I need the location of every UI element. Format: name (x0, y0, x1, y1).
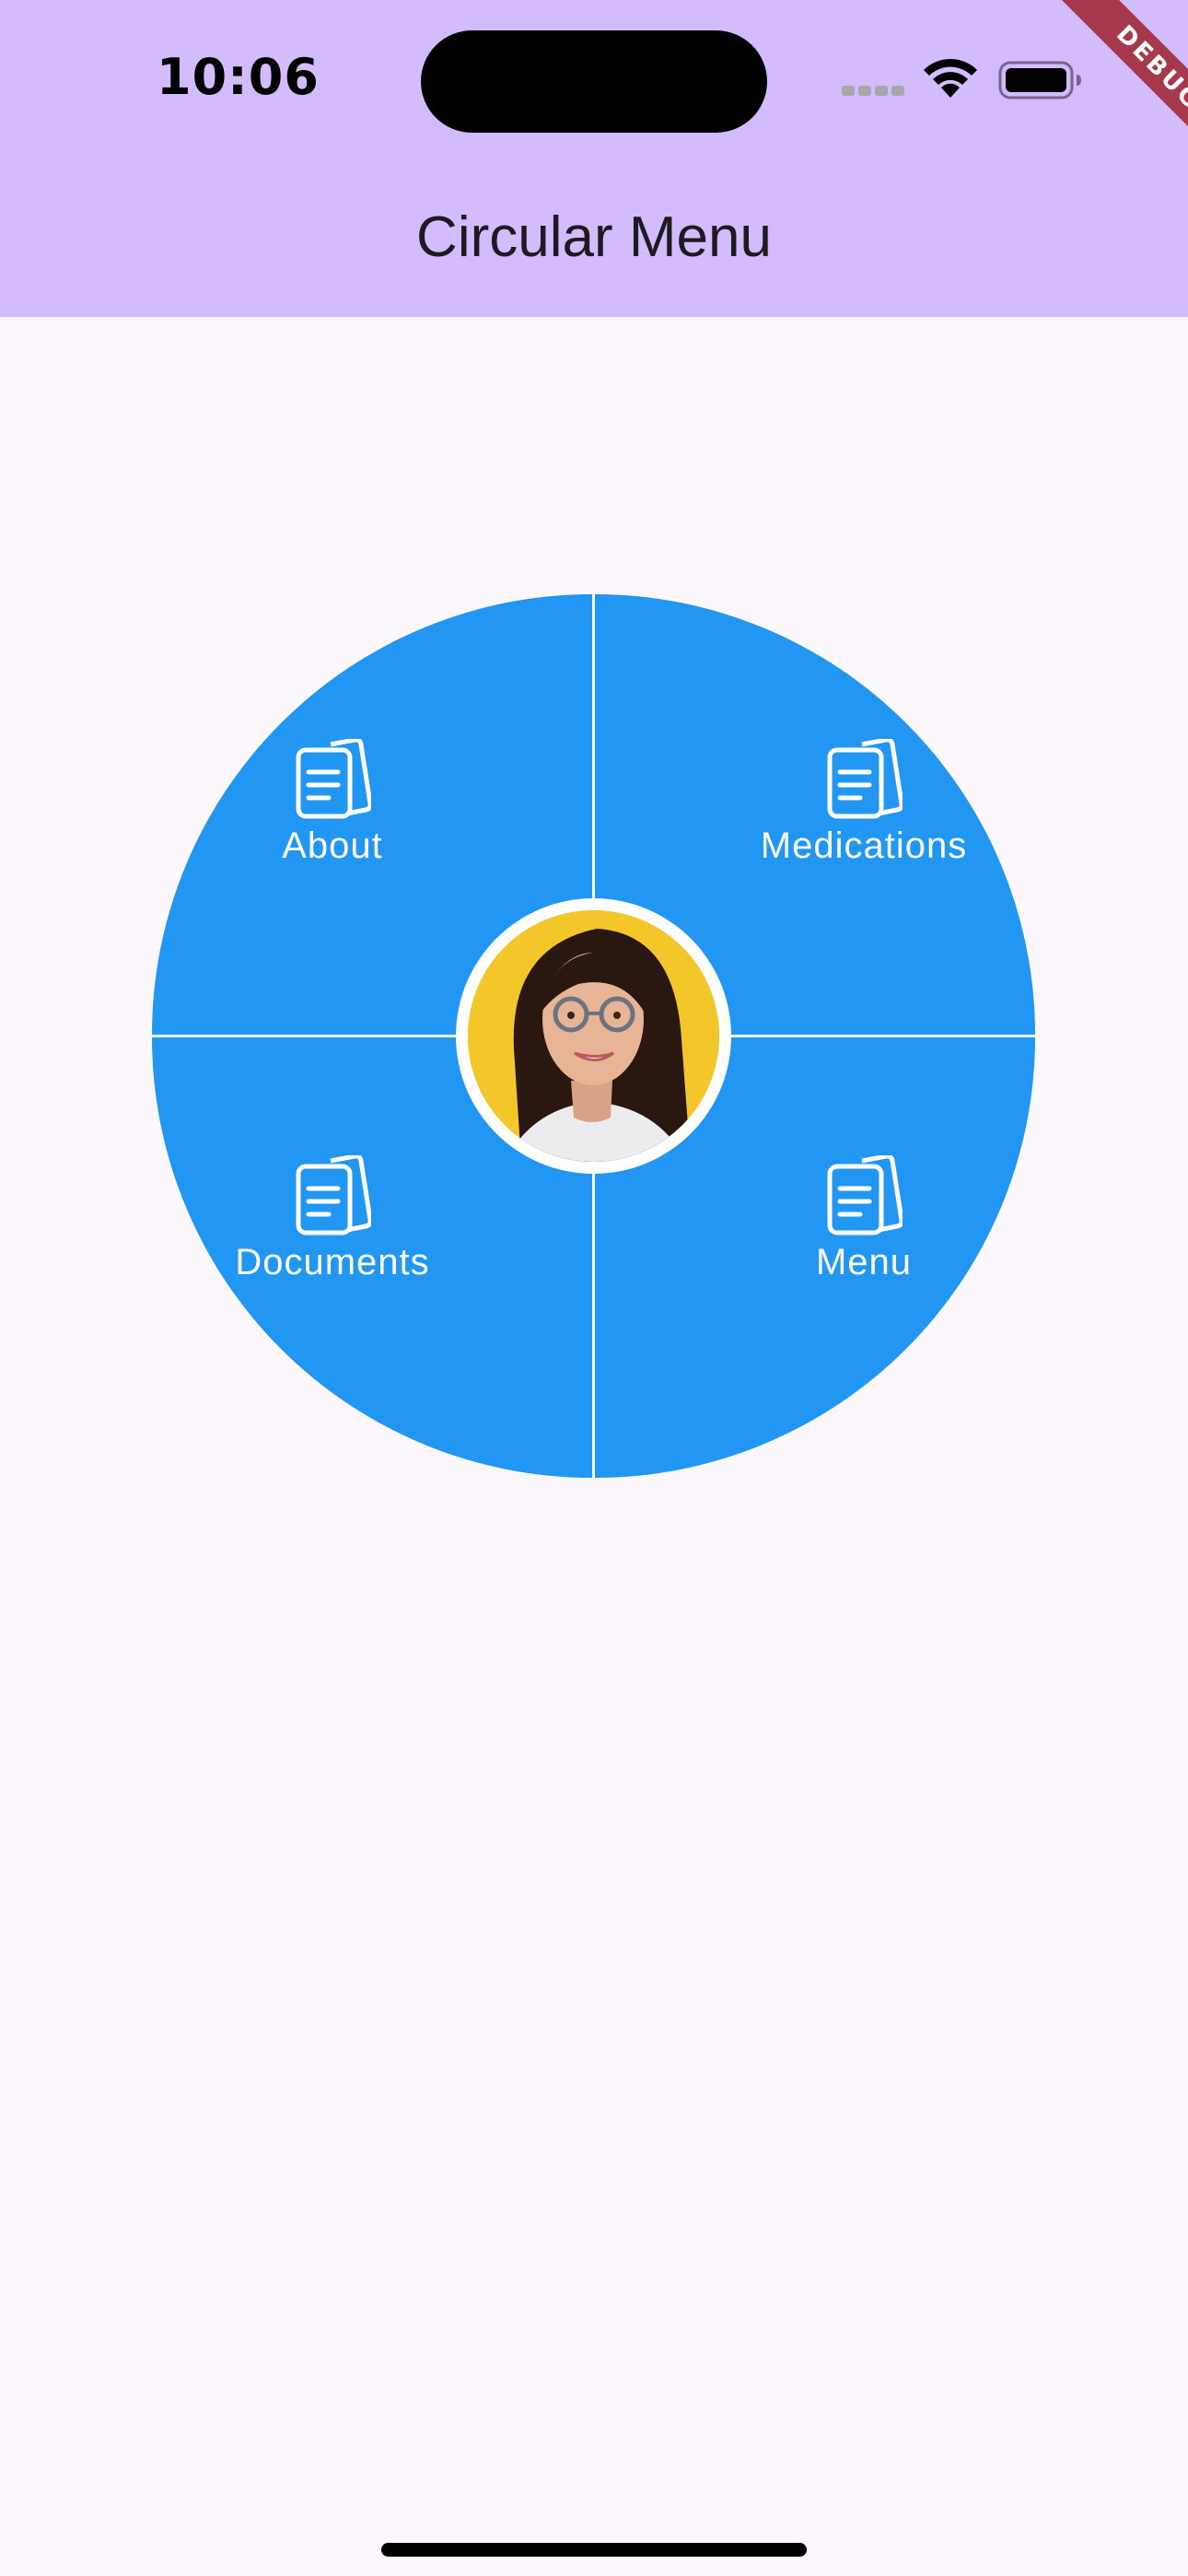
debug-banner: DEBUG (1004, 0, 1188, 184)
app-header: 10:06 DEBUG Circular Menu (0, 0, 1188, 317)
document-icon (827, 1155, 903, 1235)
cellular-signal-icon (842, 86, 904, 99)
profile-avatar-image (468, 910, 719, 1162)
document-icon (296, 1155, 371, 1235)
dynamic-island (421, 30, 767, 133)
wifi-icon (924, 58, 977, 98)
circular-menu: About Medications Documents Menu (152, 594, 1035, 1478)
document-icon (827, 739, 903, 819)
avatar (468, 910, 719, 1162)
document-icon (296, 739, 371, 819)
menu-segment-label: About (282, 825, 383, 866)
menu-segment-label: Documents (235, 1242, 430, 1282)
debug-banner-label: DEBUG (1059, 0, 1188, 168)
status-time: 10:06 (157, 48, 320, 106)
page-title: Circular Menu (416, 205, 772, 269)
center-avatar-button[interactable] (456, 898, 731, 1174)
home-indicator[interactable] (381, 2543, 807, 2557)
circular-menu-area: About Medications Documents Menu (0, 317, 1188, 2576)
menu-segment-label: Menu (815, 1242, 913, 1282)
menu-segment-label: Medications (760, 825, 968, 866)
